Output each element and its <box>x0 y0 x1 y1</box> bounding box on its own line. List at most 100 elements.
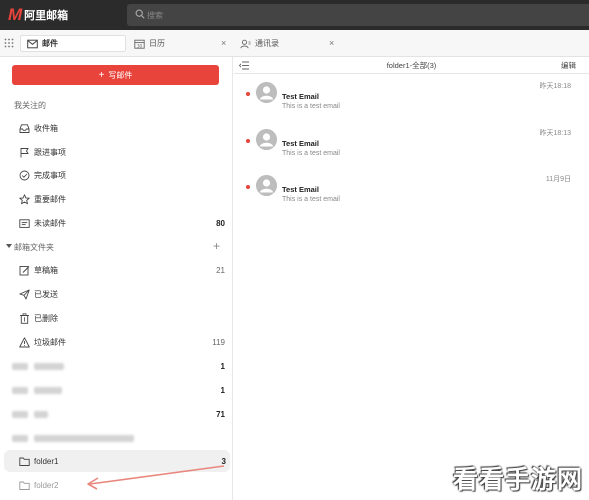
mail-list-header: folder1-全部(3) 编辑 <box>234 57 589 74</box>
sidebar-item-redacted[interactable]: 71 <box>0 403 233 425</box>
trash-icon <box>20 312 29 324</box>
mail-preview: This is a test email <box>282 196 340 203</box>
sidebar-item-follow-up[interactable]: 跟进事项 <box>0 141 233 163</box>
calendar-icon: 30 <box>134 39 145 49</box>
compose-label: 写邮件 <box>108 70 133 80</box>
redacted-label <box>34 386 62 394</box>
sidebar-item-count: 3 <box>221 456 226 466</box>
logo-text: 阿里邮箱 <box>24 10 69 22</box>
tab-mail[interactable]: 邮件 <box>20 35 126 52</box>
mail-sender: Test Email <box>282 139 319 148</box>
sidebar-item-important[interactable]: 重要邮件 <box>0 188 233 210</box>
folders-section-header[interactable]: 邮箱文件夹 + <box>0 239 233 255</box>
sidebar-item-count: 1 <box>220 361 225 371</box>
edit-button[interactable]: 编辑 <box>561 60 576 71</box>
mail-list-item[interactable]: Test Email This is a test email 昨天18:13 <box>234 129 589 175</box>
sidebar-item-redacted[interactable] <box>0 427 233 449</box>
search-box[interactable] <box>127 4 589 26</box>
sidebar-item-label: 收件箱 <box>34 123 58 133</box>
sidebar-item-inbox[interactable]: 收件箱 <box>0 117 233 139</box>
avatar <box>256 129 277 150</box>
redacted-icon <box>12 362 28 370</box>
plus-icon: + <box>98 69 105 81</box>
tab-close-icon[interactable]: × <box>221 39 226 48</box>
mail-list-item[interactable]: Test Email This is a test email 昨天18:18 <box>234 82 589 128</box>
unread-mail-icon <box>19 218 30 228</box>
mail-time: 昨天18:18 <box>539 83 571 90</box>
sidebar: + 写邮件 我关注的 收件箱 跟进事项 完成事项 重要邮件 未读邮件 80 邮箱… <box>0 57 233 500</box>
folders-section-label: 邮箱文件夹 <box>14 243 54 252</box>
mail-preview: This is a test email <box>282 150 340 157</box>
avatar <box>256 175 277 196</box>
sidebar-item-drafts[interactable]: 草稿箱 21 <box>0 259 233 281</box>
check-circle-icon <box>19 170 30 180</box>
apps-grid-icon[interactable] <box>4 38 14 48</box>
mail-list-title: folder1-全部(3) <box>386 61 437 70</box>
sidebar-item-label: 跟进事项 <box>34 147 66 157</box>
folder-icon <box>19 457 30 466</box>
contacts-icon <box>240 39 251 48</box>
mail-icon <box>27 39 38 48</box>
sidebar-item-count: 1 <box>220 385 225 395</box>
compose-button[interactable]: + 写邮件 <box>12 65 219 85</box>
redacted-label <box>34 434 134 442</box>
tab-label: 日历 <box>149 39 165 48</box>
tab-label: 邮件 <box>42 39 58 48</box>
redacted-label <box>34 362 64 370</box>
add-folder-icon[interactable]: + <box>213 239 220 253</box>
redacted-label <box>34 410 48 418</box>
redacted-icon <box>12 386 28 394</box>
sidebar-item-redacted[interactable]: 1 <box>0 379 233 401</box>
watermark: 看看手游网 <box>452 465 583 494</box>
avatar <box>256 82 277 103</box>
search-input[interactable] <box>147 7 447 23</box>
sidebar-item-deleted[interactable]: 已删除 <box>0 307 233 329</box>
tab-label: 通讯录 <box>255 39 279 48</box>
sidebar-item-label: 重要邮件 <box>34 194 66 204</box>
sidebar-item-label: 垃圾邮件 <box>34 337 66 347</box>
sidebar-item-count: 21 <box>216 265 225 275</box>
flag-icon <box>20 147 29 157</box>
sidebar-item-label: 已发送 <box>34 289 58 299</box>
warning-icon <box>19 336 30 347</box>
sidebar-item-count: 80 <box>216 218 225 228</box>
sidebar-item-spam[interactable]: 垃圾邮件 119 <box>0 331 233 353</box>
sidebar-item-label: 完成事项 <box>34 170 66 180</box>
sidebar-item-label: 未读邮件 <box>34 218 66 228</box>
collapse-triangle-icon[interactable] <box>6 244 12 248</box>
app-logo[interactable]: M 阿里邮箱 <box>8 5 69 24</box>
svg-text:30: 30 <box>137 43 143 48</box>
sidebar-item-redacted[interactable]: 1 <box>0 355 233 377</box>
mail-list-panel: folder1-全部(3) 编辑 Test Email This is a te… <box>234 57 589 500</box>
tab-calendar[interactable]: 30 日历 <box>134 35 234 52</box>
mail-preview: This is a test email <box>282 103 340 110</box>
search-icon <box>135 9 145 19</box>
sidebar-item-label: 草稿箱 <box>34 265 58 275</box>
unread-dot <box>246 185 250 189</box>
sidebar-item-done[interactable]: 完成事项 <box>0 164 233 186</box>
unread-dot <box>246 139 250 143</box>
sidebar-item-count: 71 <box>216 409 225 419</box>
tab-bar: 邮件 30 日历 × 通讯录 × <box>0 30 589 57</box>
folder-icon <box>19 481 30 490</box>
sidebar-item-sent[interactable]: 已发送 <box>0 283 233 305</box>
tab-contacts[interactable]: 通讯录 <box>240 35 340 52</box>
draft-icon <box>19 265 30 275</box>
sidebar-item-folder2[interactable]: folder2 <box>0 474 233 496</box>
send-icon <box>19 289 30 299</box>
mail-sender: Test Email <box>282 185 319 194</box>
sidebar-item-unread[interactable]: 未读邮件 80 <box>0 212 233 234</box>
redacted-icon <box>12 434 28 442</box>
sidebar-item-folder1[interactable]: folder1 3 <box>4 450 230 472</box>
tab-close-icon[interactable]: × <box>329 39 334 48</box>
mail-list-item[interactable]: Test Email This is a test email 11月9日 <box>234 175 589 221</box>
sidebar-item-label: 已删除 <box>34 313 58 323</box>
unread-dot <box>246 92 250 96</box>
redacted-icon <box>12 410 28 418</box>
sidebar-item-label: folder1 <box>34 456 59 466</box>
logo-mark: M <box>8 5 22 24</box>
inbox-icon <box>19 123 30 133</box>
sidebar-item-count: 119 <box>212 337 225 347</box>
focus-section-label: 我关注的 <box>14 101 46 110</box>
mail-time: 11月9日 <box>545 176 571 183</box>
